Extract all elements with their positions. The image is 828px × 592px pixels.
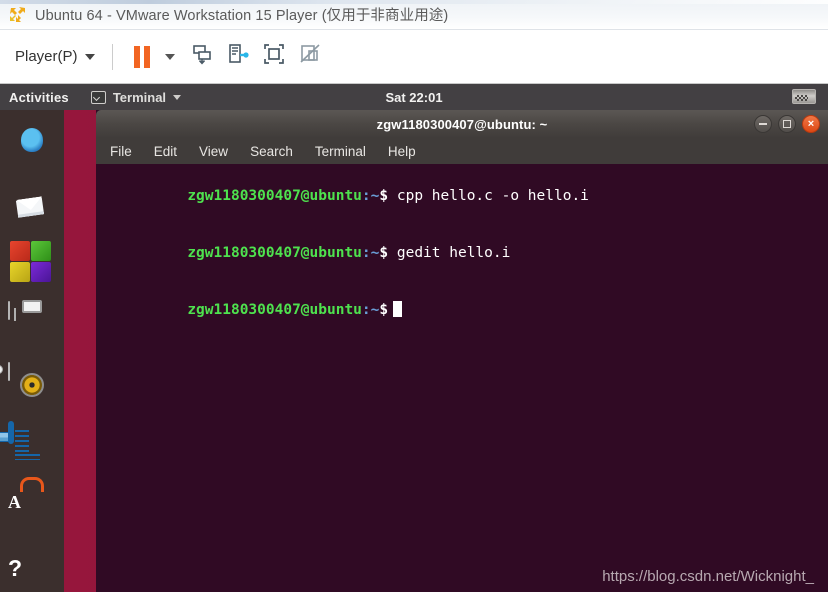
unity-mode-disabled-icon — [298, 42, 322, 71]
dock-item-help[interactable]: ? — [8, 546, 56, 592]
terminal-title: zgw1180300407@ubuntu: ~ — [376, 116, 548, 132]
vmware-titlebar: Ubuntu 64 - VMware Workstation 15 Player… — [0, 0, 828, 30]
prompt-user-host: zgw1180300407@ubuntu — [187, 188, 362, 204]
rhythmbox-speaker-icon — [8, 362, 10, 381]
terminal-line: zgw1180300407@ubuntu:~$ gedit hello.i — [98, 225, 828, 282]
minimize-button[interactable] — [754, 115, 772, 133]
window-controls: × — [754, 115, 820, 133]
maximize-button[interactable] — [778, 115, 796, 133]
vmware-toolbar: Player(P) — [0, 30, 828, 84]
ubuntu-dock: A ? — [0, 110, 64, 592]
terminal-window: zgw1180300407@ubuntu: ~ × File Edit View… — [96, 110, 828, 592]
usb-device-icon — [226, 42, 250, 71]
unity-mode-button[interactable] — [293, 40, 327, 74]
prompt-user-host: zgw1180300407@ubuntu — [187, 302, 362, 318]
pause-dropdown-icon[interactable] — [164, 53, 175, 60]
player-menu-button[interactable]: Player(P) — [10, 45, 100, 68]
screenshot-root: Ubuntu 64 - VMware Workstation 15 Player… — [0, 0, 828, 592]
toolbar-separator — [111, 43, 113, 70]
close-button[interactable]: × — [802, 115, 820, 133]
menu-help[interactable]: Help — [388, 144, 416, 159]
terminal-command: gedit hello.i — [396, 245, 511, 261]
minimize-icon — [759, 123, 767, 125]
prompt-path: :~ — [361, 302, 380, 318]
ubuntu-top-panel: Activities Terminal Sat 22:01 — [0, 84, 828, 110]
dock-item-cubes[interactable] — [8, 241, 56, 289]
watermark-text: https://blog.csdn.net/Wicknight_ — [602, 568, 814, 585]
fullscreen-icon — [262, 42, 286, 71]
menu-view[interactable]: View — [199, 144, 228, 159]
vmware-logo-icon — [8, 5, 28, 25]
terminal-menubar: File Edit View Search Terminal Help — [96, 138, 828, 164]
dock-item-software[interactable]: A — [8, 485, 56, 533]
files-cabinet-icon — [8, 301, 10, 320]
menu-terminal[interactable]: Terminal — [315, 144, 366, 159]
terminal-line: zgw1180300407@ubuntu:~$ cpp hello.c -o h… — [98, 168, 828, 225]
vmware-title-text: Ubuntu 64 - VMware Workstation 15 Player… — [35, 8, 449, 24]
chevron-down-icon — [84, 53, 95, 60]
terminal-titlebar[interactable]: zgw1180300407@ubuntu: ~ × — [96, 110, 828, 138]
menu-file[interactable]: File — [110, 144, 132, 159]
keyboard-layout-icon[interactable] — [792, 89, 816, 104]
terminal-output-area[interactable]: zgw1180300407@ubuntu:~$ cpp hello.c -o h… — [96, 164, 828, 592]
dock-item-firefox[interactable] — [8, 119, 56, 167]
dock-item-files[interactable] — [8, 301, 56, 350]
menu-edit[interactable]: Edit — [154, 144, 177, 159]
menu-search[interactable]: Search — [250, 144, 293, 159]
text-cursor — [393, 301, 403, 317]
suspend-button[interactable] — [125, 40, 159, 74]
dock-item-thunderbird[interactable] — [8, 180, 56, 228]
libreoffice-writer-icon — [0, 421, 40, 460]
player-menu-label: Player(P) — [15, 48, 78, 65]
prompt-path: :~ — [361, 188, 380, 204]
prompt-symbol: $ — [379, 188, 389, 204]
dock-item-writer[interactable] — [0, 421, 56, 472]
titlebar-gradient-decor — [0, 0, 828, 4]
usb-devices-button[interactable] — [221, 40, 255, 74]
send-to-back-icon — [190, 42, 214, 71]
pause-icon — [133, 45, 150, 68]
prompt-symbol: $ — [379, 302, 389, 318]
prompt-path: :~ — [361, 245, 380, 261]
guest-os-viewport: Activities Terminal Sat 22:01 A ? zgw118… — [0, 84, 828, 592]
terminal-line-active: zgw1180300407@ubuntu:~$ — [98, 282, 828, 339]
help-question-icon: ? — [8, 555, 23, 581]
terminal-command: cpp hello.c -o hello.i — [396, 188, 589, 204]
prompt-symbol: $ — [379, 245, 389, 261]
fullscreen-button[interactable] — [257, 40, 291, 74]
send-to-back-button[interactable] — [185, 40, 219, 74]
maximize-icon — [783, 120, 791, 128]
clock[interactable]: Sat 22:01 — [0, 90, 828, 105]
prompt-user-host: zgw1180300407@ubuntu — [187, 245, 362, 261]
close-icon: × — [807, 117, 815, 130]
dock-item-rhythmbox[interactable] — [8, 362, 56, 411]
